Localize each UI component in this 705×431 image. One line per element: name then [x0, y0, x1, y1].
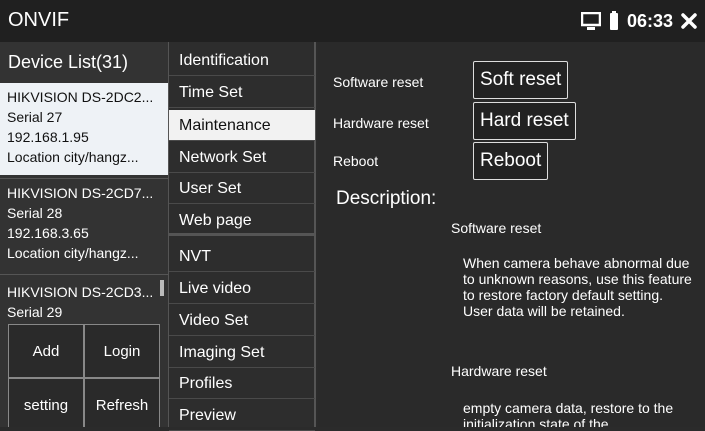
device-ip: 192.168.1.95: [7, 129, 89, 145]
app-title: ONVIF: [8, 9, 70, 31]
menu-item-web-page[interactable]: Web page: [169, 205, 315, 236]
clock: 06:33: [626, 10, 673, 31]
reboot-label: Reboot: [333, 153, 379, 169]
maintenance-panel: Software reset Soft reset Hardware reset…: [318, 42, 705, 427]
scrollbar[interactable]: [160, 280, 164, 296]
menu-item-maintenance[interactable]: Maintenance: [169, 110, 315, 141]
divider: [0, 274, 168, 275]
device-item[interactable]: HIKVISION DS-2CD7... Serial 28 192.168.3…: [0, 180, 168, 272]
status-area: 06:33: [580, 0, 697, 42]
software-reset-label: Software reset: [333, 74, 424, 90]
login-button[interactable]: Login: [84, 324, 160, 378]
device-serial: Serial 29: [7, 304, 63, 320]
device-serial: Serial 28: [7, 205, 63, 221]
hardware-reset-description: empty camera data, restore to the initia…: [463, 400, 674, 427]
description-title: Description:: [336, 188, 437, 209]
hardware-reset-label: Hardware reset: [333, 115, 429, 131]
menu-item-network-set[interactable]: Network Set: [169, 142, 315, 173]
title-bar: ONVIF 06:33: [0, 0, 705, 42]
device-item[interactable]: HIKVISION DS-2DC2... Serial 27 192.168.1…: [0, 83, 168, 175]
hard-reset-button[interactable]: Hard reset: [473, 102, 576, 140]
function-menu: Identification Time Set Maintenance Netw…: [168, 42, 316, 431]
device-name: HIKVISION DS-2CD3...: [7, 284, 154, 300]
device-list-title: Device List(31): [8, 52, 129, 72]
refresh-button[interactable]: Refresh: [84, 378, 160, 427]
software-reset-description: When camera behave abnormal due to unkno…: [463, 255, 692, 319]
menu-item-live-video[interactable]: Live video: [169, 273, 315, 304]
battery-icon: [609, 11, 619, 31]
software-reset-heading: Software reset: [451, 220, 542, 236]
device-location: Location city/hangz...: [7, 245, 139, 261]
menu-item-nvt[interactable]: NVT: [169, 241, 315, 272]
device-serial: Serial 27: [7, 109, 63, 125]
device-list-panel: Device List(31) HIKVISION DS-2DC2... Ser…: [0, 42, 168, 427]
device-ip: 192.168.3.65: [7, 225, 89, 241]
menu-item-time-set[interactable]: Time Set: [169, 77, 315, 108]
device-location: Location city/hangz...: [7, 149, 139, 165]
device-name: HIKVISION DS-2CD7...: [7, 185, 154, 201]
device-name: HIKVISION DS-2DC2...: [7, 89, 154, 105]
close-icon[interactable]: [681, 13, 697, 29]
menu-item-identification[interactable]: Identification: [169, 45, 315, 76]
menu-item-profiles[interactable]: Profiles: [169, 368, 315, 399]
hardware-reset-heading: Hardware reset: [451, 363, 547, 379]
menu-item-preview[interactable]: Preview: [169, 400, 315, 431]
soft-reset-button[interactable]: Soft reset: [473, 61, 569, 99]
menu-item-imaging-set[interactable]: Imaging Set: [169, 337, 315, 368]
add-button[interactable]: Add: [8, 324, 84, 378]
monitor-icon: [580, 12, 601, 30]
divider: [0, 178, 168, 179]
setting-button[interactable]: setting: [8, 378, 84, 427]
menu-item-user-set[interactable]: User Set: [169, 173, 315, 204]
device-item[interactable]: HIKVISION DS-2CD3... Serial 29: [0, 278, 168, 326]
menu-item-video-set[interactable]: Video Set: [169, 305, 315, 336]
reboot-button[interactable]: Reboot: [473, 142, 549, 180]
